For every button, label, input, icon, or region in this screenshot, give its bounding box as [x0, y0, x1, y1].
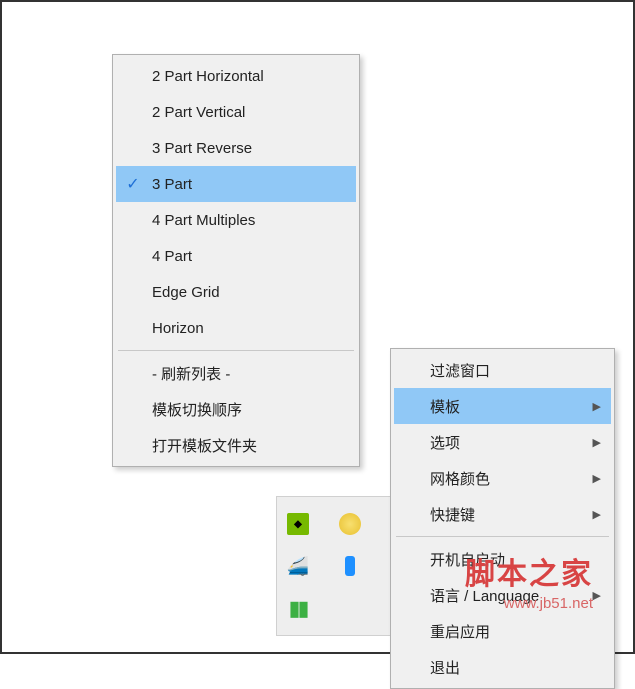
menu-label: 4 Part — [152, 248, 192, 265]
submenu-arrow-icon: ▶ — [593, 508, 601, 521]
system-tray-panel: ◆ 🚄 ▮▮ — [276, 496, 392, 636]
menu-grid-color[interactable]: 网格颜色 ▶ — [394, 460, 611, 496]
menu-autostart[interactable]: 开机自启动 — [394, 541, 611, 577]
menu-separator — [396, 536, 609, 537]
menu-options[interactable]: 选项 ▶ — [394, 424, 611, 460]
template-option[interactable]: 4 Part Multiples — [116, 202, 356, 238]
tray-row: 🚄 — [287, 555, 381, 577]
template-submenu: 2 Part Horizontal 2 Part Vertical 3 Part… — [112, 54, 360, 467]
tray-row: ◆ — [287, 513, 381, 535]
menu-label: Horizon — [152, 320, 204, 337]
menu-label: 快捷键 — [430, 504, 475, 525]
menu-template[interactable]: 模板 ▶ — [394, 388, 611, 424]
main-context-menu: 过滤窗口 模板 ▶ 选项 ▶ 网格颜色 ▶ 快捷键 ▶ 开机自启动 语言 / L… — [390, 348, 615, 689]
train-tray-icon[interactable]: 🚄 — [287, 555, 309, 577]
empty-tray-slot — [339, 597, 361, 619]
submenu-arrow-icon: ▶ — [593, 472, 601, 485]
menu-label: 重启应用 — [430, 621, 490, 642]
menu-label: 语言 / Language — [430, 585, 539, 606]
menu-restart[interactable]: 重启应用 — [394, 613, 611, 649]
app-tray-icon[interactable]: ▮▮ — [287, 597, 309, 619]
template-option[interactable]: 3 Part Reverse — [116, 130, 356, 166]
menu-exit[interactable]: 退出 — [394, 649, 611, 685]
menu-label: 开机自启动 — [430, 549, 505, 570]
menu-label: 3 Part — [152, 176, 192, 193]
menu-label: 模板 — [430, 396, 460, 417]
menu-label: 2 Part Vertical — [152, 104, 245, 121]
menu-label: - 刷新列表 - — [152, 363, 230, 384]
menu-label: 3 Part Reverse — [152, 140, 252, 157]
submenu-arrow-icon: ▶ — [593, 436, 601, 449]
template-option-selected[interactable]: ✓ 3 Part — [116, 166, 356, 202]
menu-language[interactable]: 语言 / Language ▶ — [394, 577, 611, 613]
template-option[interactable]: 2 Part Vertical — [116, 94, 356, 130]
menu-shortcut[interactable]: 快捷键 ▶ — [394, 496, 611, 532]
menu-label: 选项 — [430, 432, 460, 453]
tray-row: ▮▮ — [287, 597, 381, 619]
blue-tray-icon[interactable] — [339, 555, 361, 577]
template-option[interactable]: 2 Part Horizontal — [116, 58, 356, 94]
menu-open-folder[interactable]: 打开模板文件夹 — [116, 427, 356, 463]
menu-filter-window[interactable]: 过滤窗口 — [394, 352, 611, 388]
nvidia-tray-icon[interactable]: ◆ — [287, 513, 309, 535]
menu-label: 模板切换顺序 — [152, 399, 242, 420]
template-option[interactable]: Horizon — [116, 310, 356, 346]
menu-label: 2 Part Horizontal — [152, 68, 264, 85]
submenu-arrow-icon: ▶ — [593, 589, 601, 602]
menu-label: 4 Part Multiples — [152, 212, 255, 229]
smiley-tray-icon[interactable] — [339, 513, 361, 535]
template-option[interactable]: Edge Grid — [116, 274, 356, 310]
submenu-arrow-icon: ▶ — [593, 400, 601, 413]
menu-refresh-list[interactable]: - 刷新列表 - — [116, 355, 356, 391]
menu-switch-order[interactable]: 模板切换顺序 — [116, 391, 356, 427]
checkmark-icon: ✓ — [124, 175, 142, 193]
template-option[interactable]: 4 Part — [116, 238, 356, 274]
menu-label: Edge Grid — [152, 284, 220, 301]
menu-label: 打开模板文件夹 — [152, 435, 257, 456]
menu-separator — [118, 350, 354, 351]
menu-label: 网格颜色 — [430, 468, 490, 489]
menu-label: 退出 — [430, 657, 460, 678]
menu-label: 过滤窗口 — [430, 360, 490, 381]
